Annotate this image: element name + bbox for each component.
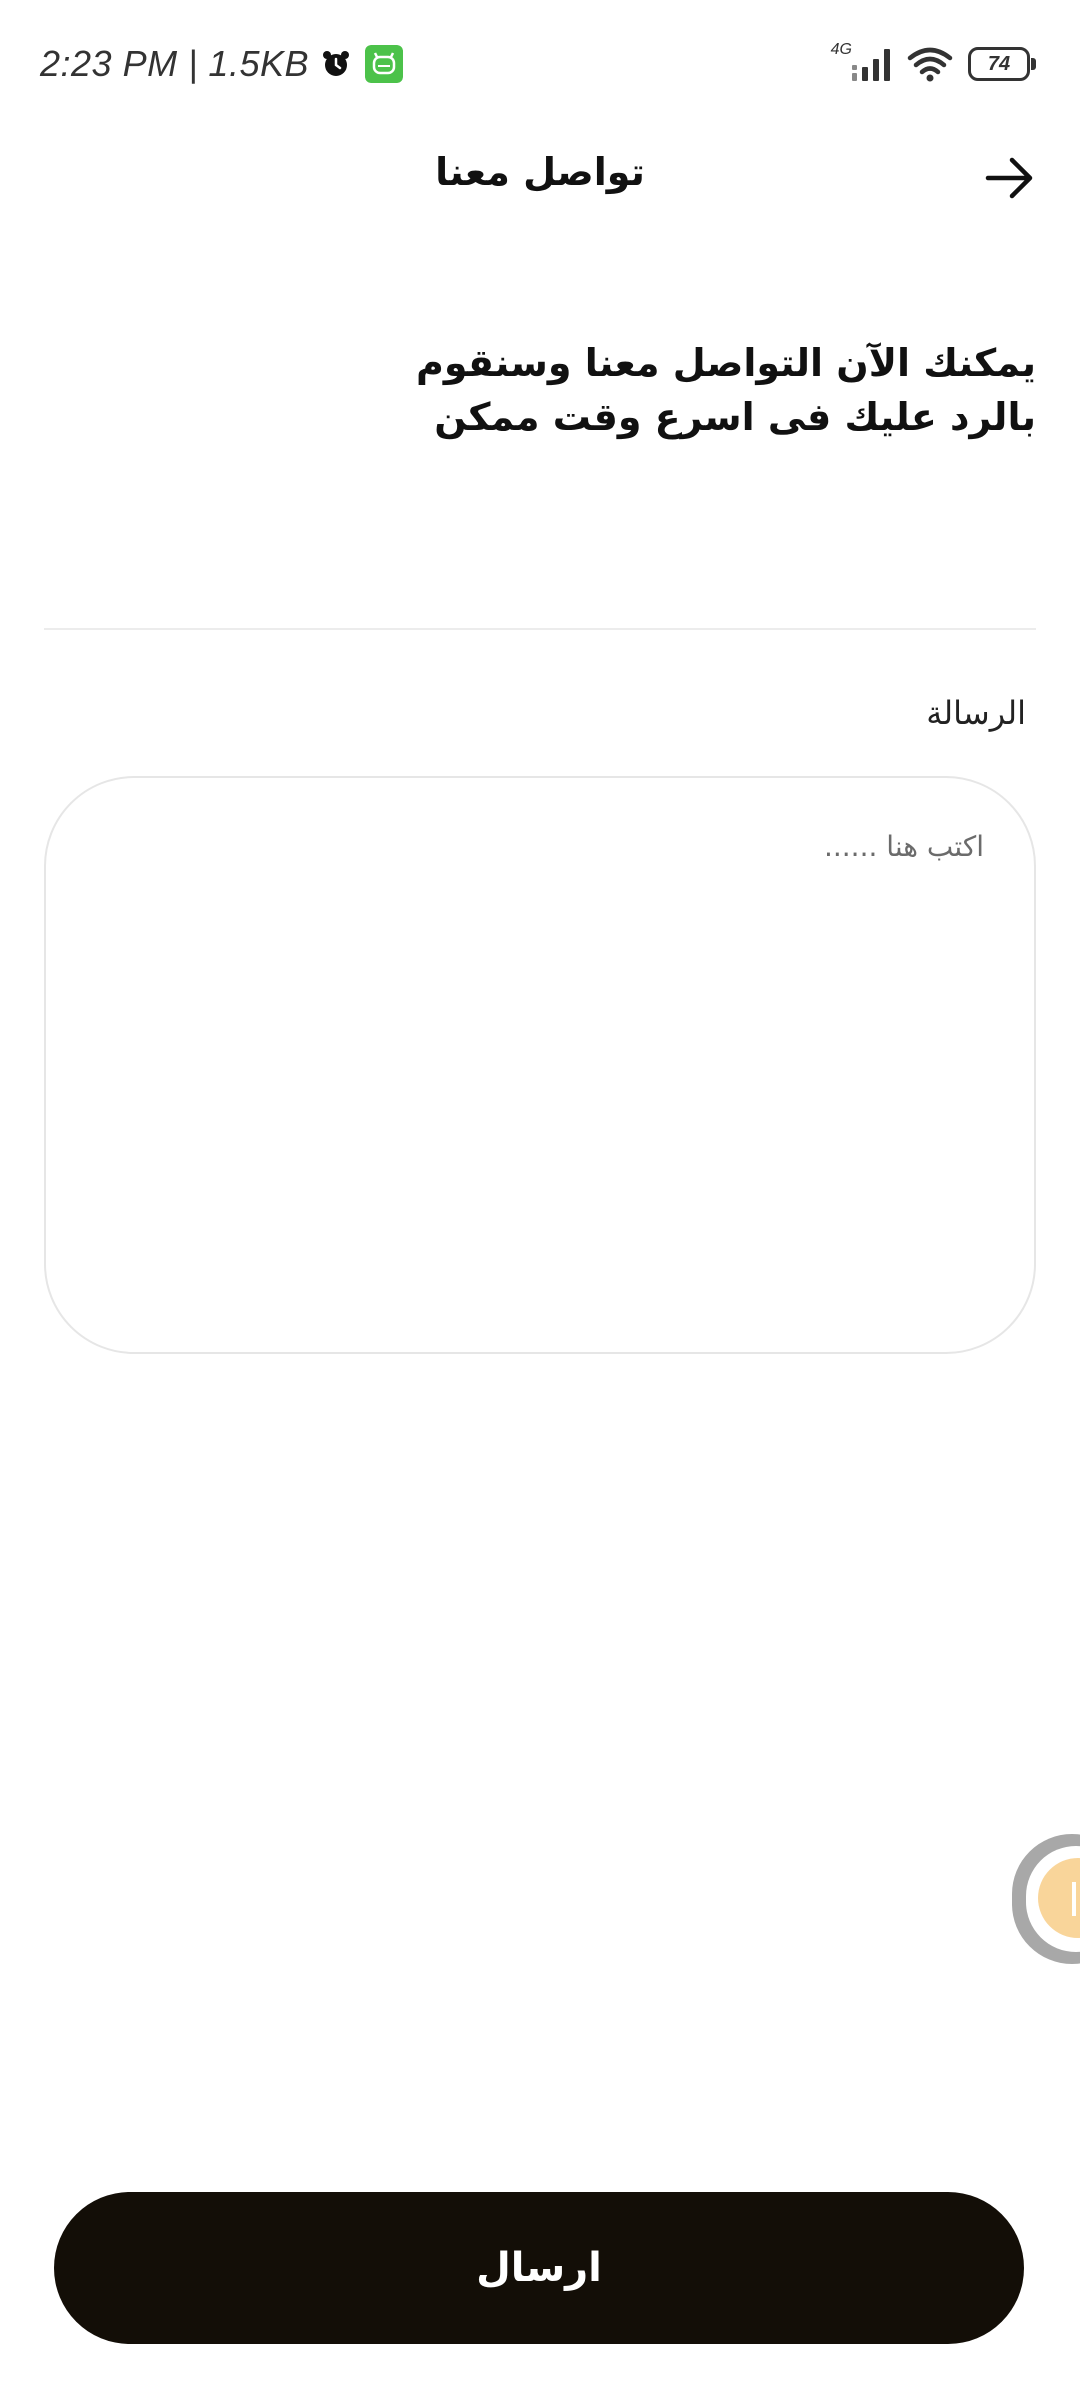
arrow-right-icon <box>985 157 1033 199</box>
back-button[interactable] <box>980 148 1040 208</box>
message-box <box>44 776 1036 1354</box>
battery-icon: 74 <box>968 47 1036 81</box>
battery-level: 74 <box>987 52 1011 75</box>
status-time-data: 2:23 PM | 1.5KB <box>40 43 309 84</box>
wifi-icon <box>907 47 953 82</box>
app-notification-icon <box>365 45 403 83</box>
message-input[interactable] <box>96 828 986 1302</box>
message-label: الرسالة <box>926 694 1026 732</box>
intro-text: يمكنك الآن التواصل معنا وسنقوم بالرد علي… <box>416 341 1036 439</box>
status-left: 2:23 PM | 1.5KB <box>40 38 403 90</box>
floating-glyph <box>1072 1882 1080 1916</box>
network-type-label: 4G <box>830 41 852 58</box>
alarm-icon <box>323 51 349 76</box>
divider <box>44 628 1036 630</box>
app-header: تواصل معنا <box>0 128 1080 228</box>
status-right: 4G 74 <box>830 40 1036 88</box>
send-button[interactable]: ارسال <box>54 2192 1024 2344</box>
floating-assistant-button[interactable] <box>1012 1834 1080 1964</box>
status-bar: 2:23 PM | 1.5KB 4G 74 <box>0 0 1080 128</box>
signal-icon <box>852 49 890 81</box>
page-title: تواصل معنا <box>435 150 645 194</box>
